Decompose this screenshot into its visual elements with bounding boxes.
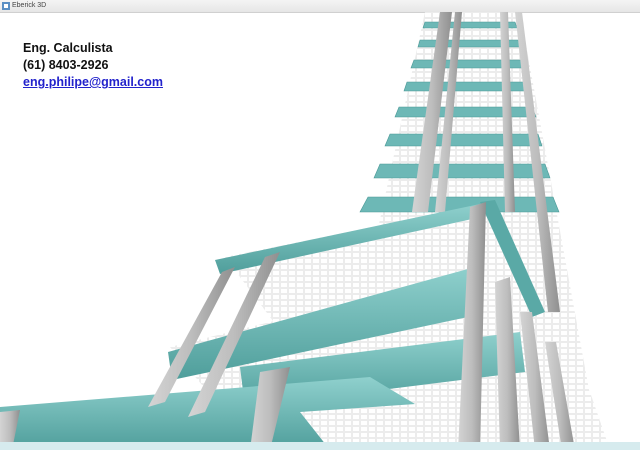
3d-viewport[interactable]: Eng. Calculista (61) 8403-2926 eng.phili… (0, 12, 640, 450)
email-link[interactable]: eng.philipe@gmail.com (23, 74, 163, 91)
phone-label: (61) 8403-2926 (23, 58, 109, 72)
role-label: Eng. Calculista (23, 41, 113, 55)
window-title: Eberick 3D (12, 2, 47, 9)
contact-overlay: Eng. Calculista (61) 8403-2926 eng.phili… (23, 40, 163, 91)
ground-edge (0, 442, 640, 450)
app-icon (2, 2, 10, 10)
